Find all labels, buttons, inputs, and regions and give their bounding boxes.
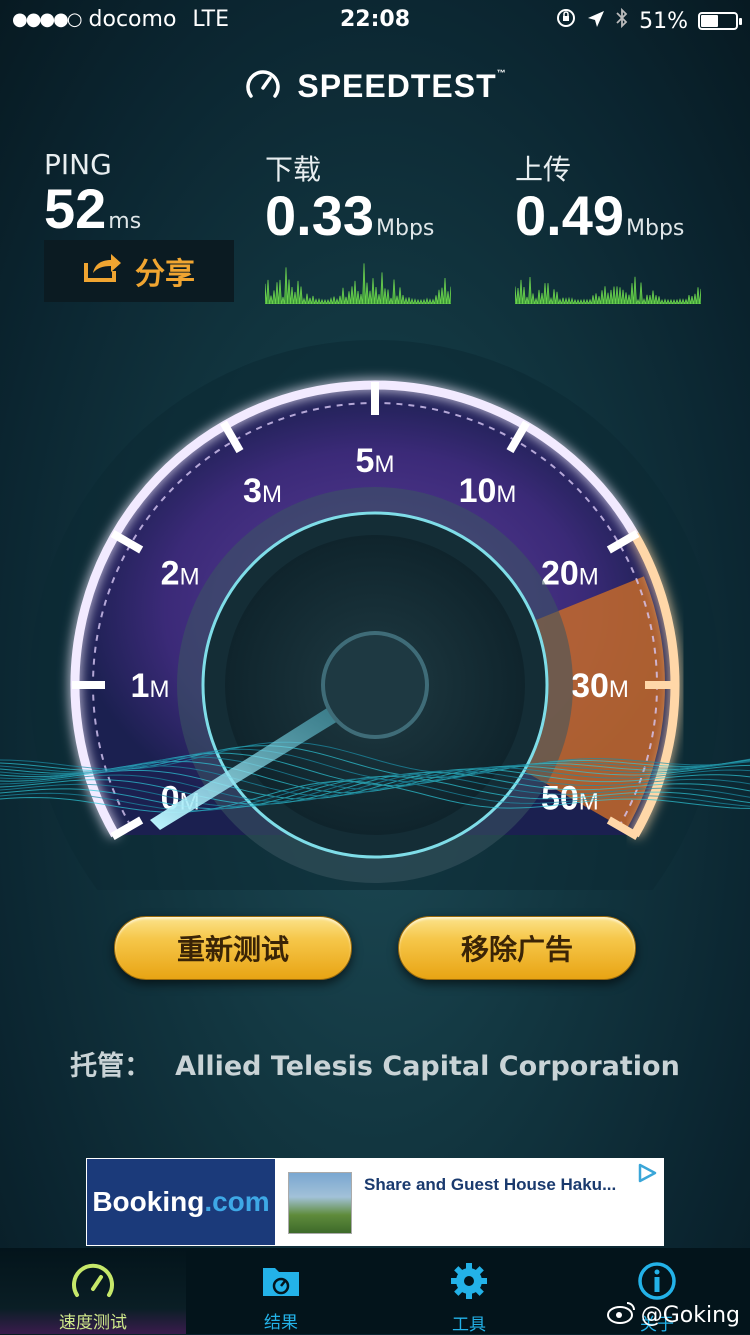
speedometer-icon (70, 1262, 116, 1304)
retest-button[interactable]: 重新测试 (114, 916, 352, 980)
tab-results-label: 结果 (264, 1313, 298, 1333)
status-right: 51% (555, 7, 742, 35)
upload-value: 0.49 (515, 184, 624, 247)
booking-brand: Booking (92, 1186, 205, 1217)
ad-thumbnail (288, 1172, 352, 1234)
weibo-icon (606, 1300, 637, 1330)
download-unit: Mbps (376, 216, 435, 241)
bluetooth-icon (615, 7, 629, 35)
booking-brand-suffix: .com (204, 1186, 270, 1217)
gear-icon (448, 1260, 490, 1306)
upload-unit: Mbps (626, 216, 685, 241)
ping-metric: PING 52ms (44, 148, 141, 237)
folder-icon (259, 1262, 303, 1304)
speedometer-logo-icon (243, 64, 283, 108)
rotation-lock-icon (555, 7, 577, 35)
remove-ads-button[interactable]: 移除广告 (398, 916, 636, 980)
upload-sparkline (515, 276, 701, 304)
download-value: 0.33 (265, 184, 374, 247)
gauge-hub (321, 631, 429, 739)
download-sparkline (265, 263, 451, 304)
share-icon (83, 251, 123, 291)
ping-value: 52 (44, 177, 107, 240)
speed-gauge: 0M1M2M3M5M10M20M30M50M (0, 340, 750, 890)
tab-tools-label: 工具 (452, 1315, 486, 1335)
location-icon (587, 9, 605, 34)
battery-percent: 51% (639, 8, 688, 34)
host-label: 托管： (70, 1051, 152, 1082)
ping-unit: ms (108, 209, 142, 234)
sparkline-trace (515, 276, 701, 304)
logo-text: SPEEDTEST™ (297, 68, 506, 105)
share-label: 分享 (135, 257, 195, 292)
host-name: Allied Telesis Capital Corporation (175, 1051, 680, 1082)
ad-banner[interactable]: Booking .com Share and Guest House Haku..… (86, 1158, 664, 1246)
sparkline-trace (265, 263, 451, 304)
booking-logo: Booking .com (87, 1159, 275, 1245)
download-label: 下载 (265, 153, 322, 186)
tab-speed-test-label: 速度测试 (59, 1313, 127, 1333)
tab-results[interactable]: 结果 (188, 1248, 374, 1334)
logo-wordmark: SPEEDTEST (297, 67, 497, 104)
ad-title: Share and Guest House Haku... (364, 1175, 617, 1194)
upload-metric: 上传 0.49Mbps (515, 148, 684, 244)
host-info: 托管： Allied Telesis Capital Corporation (0, 1044, 750, 1083)
share-button[interactable]: 分享 (44, 240, 234, 302)
status-bar: ●●●●○ docomo LTE 22:08 51% (0, 0, 750, 40)
upload-label: 上传 (515, 153, 572, 186)
adchoices-icon[interactable] (636, 1162, 658, 1188)
speedtest-logo: SPEEDTEST™ (0, 64, 750, 108)
tab-tools[interactable]: 工具 (376, 1248, 562, 1335)
download-metric: 下载 0.33Mbps (265, 148, 434, 244)
watermark-text: @Goking (640, 1302, 740, 1328)
weibo-watermark: @Goking (606, 1300, 740, 1330)
tab-speed-test[interactable]: 速度测试 (0, 1248, 186, 1334)
trademark: ™ (496, 67, 507, 78)
battery-icon (698, 12, 742, 30)
